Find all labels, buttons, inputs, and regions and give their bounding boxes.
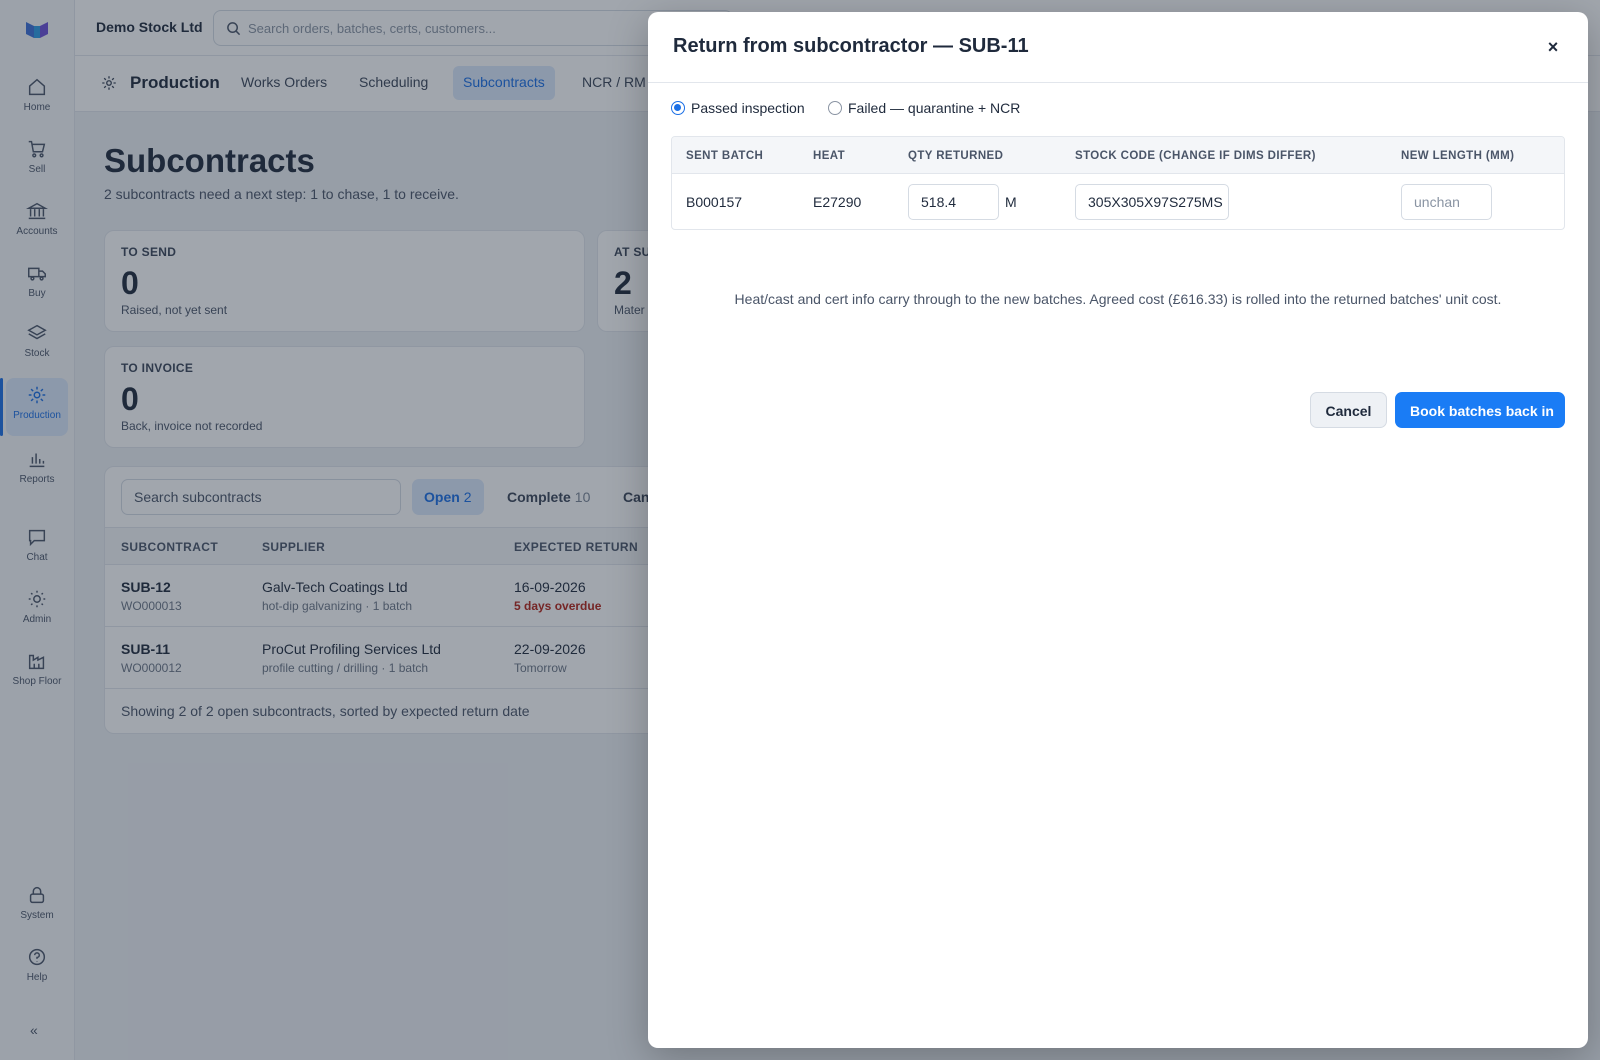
sent-batch-value: B000157 — [686, 194, 743, 210]
return-modal: Return from subcontractor — SUB-11 × Pas… — [648, 12, 1588, 1048]
qty-returned-input[interactable]: 518.4 — [908, 184, 999, 220]
radio-passed-inspection[interactable]: Passed inspection — [671, 100, 805, 116]
radio-label: Passed inspection — [691, 100, 805, 116]
table-header: SENT BATCH HEAT QTY RETURNED STOCK CODE … — [672, 137, 1564, 174]
close-icon[interactable]: × — [1540, 34, 1566, 60]
qty-unit: M — [1005, 194, 1017, 210]
column-stock-code: STOCK CODE (CHANGE IF DIMS DIFFER) — [1075, 150, 1316, 162]
modal-header: Return from subcontractor — SUB-11 × — [648, 12, 1588, 83]
book-batches-back-in-button[interactable]: Book batches back in — [1395, 392, 1565, 428]
return-batches-table: SENT BATCH HEAT QTY RETURNED STOCK CODE … — [671, 136, 1565, 230]
info-note: Heat/cast and cert info carry through to… — [734, 291, 1502, 307]
radio-failed-inspection[interactable]: Failed — quarantine + NCR — [828, 100, 1020, 116]
stock-code-input[interactable]: 305X305X97S275MS — [1075, 184, 1229, 220]
column-new-length: NEW LENGTH (MM) — [1401, 150, 1515, 162]
column-qty-returned: QTY RETURNED — [908, 150, 1004, 162]
column-sent-batch: SENT BATCH — [686, 150, 764, 162]
radio-checked-icon — [671, 101, 685, 115]
new-length-input[interactable]: unchan — [1401, 184, 1492, 220]
heat-value: E27290 — [813, 194, 862, 210]
table-row: B000157 E27290 518.4 M 305X305X97S275MS … — [672, 174, 1564, 229]
column-heat: HEAT — [813, 150, 846, 162]
radio-unchecked-icon — [828, 101, 842, 115]
cancel-button[interactable]: Cancel — [1310, 392, 1387, 428]
radio-label: Failed — quarantine + NCR — [848, 100, 1021, 116]
modal-title: Return from subcontractor — SUB-11 — [673, 35, 1029, 57]
